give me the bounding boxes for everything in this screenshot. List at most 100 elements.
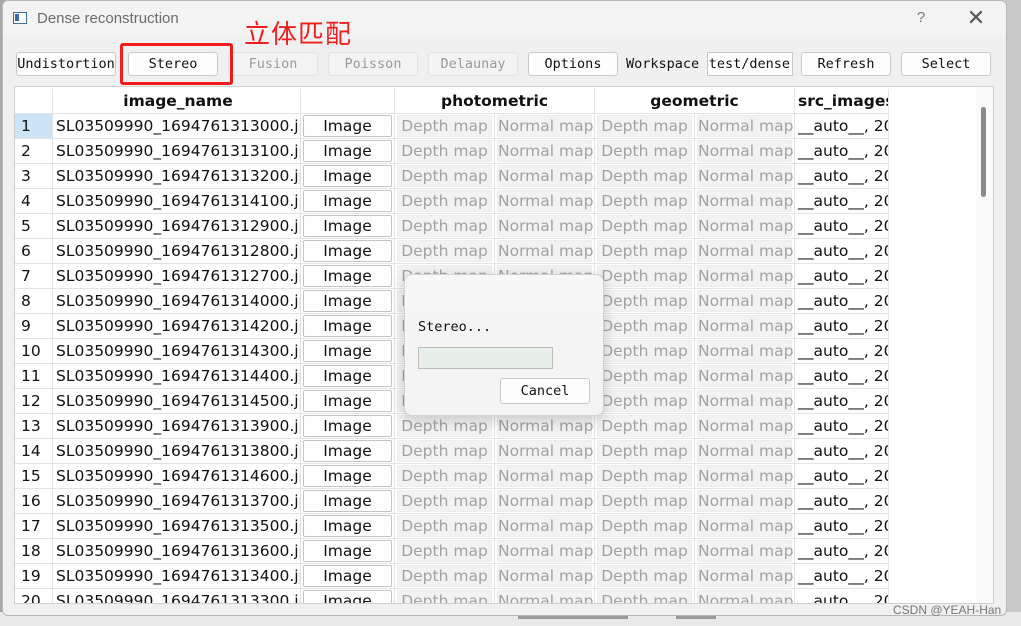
geometric-normal-map-button[interactable]: Normal map bbox=[697, 490, 793, 512]
geometric-normal-map-button[interactable]: Normal map bbox=[697, 440, 793, 462]
photometric-normal-map-button[interactable]: Normal map bbox=[497, 165, 593, 187]
geometric-depth-map-button[interactable]: Depth map bbox=[597, 515, 692, 537]
image-button[interactable]: Image bbox=[303, 515, 392, 537]
image-button[interactable]: Image bbox=[303, 590, 392, 603]
src-images-cell[interactable]: __auto__, 20 bbox=[795, 164, 889, 189]
image-button[interactable]: Image bbox=[303, 290, 392, 312]
image-name-cell[interactable]: SL03509990_1694761313300.jpg bbox=[53, 589, 301, 603]
photometric-normal-map-button[interactable]: Normal map bbox=[497, 415, 593, 437]
image-name-cell[interactable]: SL03509990_1694761313500.jpg bbox=[53, 514, 301, 539]
photometric-depth-map-button[interactable]: Depth map bbox=[397, 165, 492, 187]
image-name-cell[interactable]: SL03509990_1694761313000.jpg bbox=[53, 114, 301, 139]
image-name-cell[interactable]: SL03509990_1694761313900.jpg bbox=[53, 414, 301, 439]
image-name-cell[interactable]: SL03509990_1694761314600.jpg bbox=[53, 464, 301, 489]
table-row[interactable]: 1 SL03509990_1694761313000.jpg Image Depth … bbox=[15, 114, 889, 139]
geometric-normal-map-button[interactable]: Normal map bbox=[697, 415, 793, 437]
geometric-normal-map-button[interactable]: Normal map bbox=[697, 215, 793, 237]
src-images-cell[interactable]: __auto__, 20 bbox=[795, 489, 889, 514]
table-row[interactable]: 4 SL03509990_1694761314100.jpg Image Depth … bbox=[15, 189, 889, 214]
geometric-normal-map-button[interactable]: Normal map bbox=[697, 465, 793, 487]
photometric-normal-map-button[interactable]: Normal map bbox=[497, 190, 593, 212]
src-images-cell[interactable]: __auto__, 20 bbox=[795, 339, 889, 364]
geometric-normal-map-button[interactable]: Normal map bbox=[697, 190, 793, 212]
undistortion-button[interactable]: Undistortion bbox=[16, 52, 116, 76]
table-row[interactable]: 18 SL03509990_1694761313600.jpg Image Depth… bbox=[15, 539, 889, 564]
image-name-cell[interactable]: SL03509990_1694761314000.jpg bbox=[53, 289, 301, 314]
poisson-button[interactable]: Poisson bbox=[328, 52, 418, 76]
geometric-normal-map-button[interactable]: Normal map bbox=[697, 290, 793, 312]
src-images-cell[interactable]: __auto__, 20 bbox=[795, 464, 889, 489]
image-name-cell[interactable]: SL03509990_1694761314500.jpg bbox=[53, 389, 301, 414]
geometric-normal-map-button[interactable]: Normal map bbox=[697, 165, 793, 187]
row-number[interactable]: 18 bbox=[15, 539, 53, 564]
image-button[interactable]: Image bbox=[303, 390, 392, 412]
src-images-cell[interactable]: __auto__, 20 bbox=[795, 564, 889, 589]
photometric-depth-map-button[interactable]: Depth map bbox=[397, 240, 492, 262]
photometric-normal-map-button[interactable]: Normal map bbox=[497, 515, 593, 537]
row-number[interactable]: 1 bbox=[15, 114, 53, 139]
image-name-cell[interactable]: SL03509990_1694761313200.jpg bbox=[53, 164, 301, 189]
table-row[interactable]: 14 SL03509990_1694761313800.jpg Image Depth… bbox=[15, 439, 889, 464]
geometric-depth-map-button[interactable]: Depth map bbox=[597, 190, 692, 212]
row-number[interactable]: 12 bbox=[15, 389, 53, 414]
cancel-button[interactable]: Cancel bbox=[500, 378, 590, 404]
geometric-depth-map-button[interactable]: Depth map bbox=[597, 315, 692, 337]
src-images-cell[interactable]: __auto__, 20 bbox=[795, 539, 889, 564]
src-images-cell[interactable]: __auto__, 20 bbox=[795, 314, 889, 339]
select-button[interactable]: Select bbox=[901, 52, 991, 76]
header-image-name[interactable]: image_name bbox=[53, 89, 301, 114]
row-number[interactable]: 3 bbox=[15, 164, 53, 189]
geometric-normal-map-button[interactable]: Normal map bbox=[697, 515, 793, 537]
row-number[interactable]: 11 bbox=[15, 364, 53, 389]
photometric-depth-map-button[interactable]: Depth map bbox=[397, 540, 492, 562]
photometric-normal-map-button[interactable]: Normal map bbox=[497, 490, 593, 512]
photometric-normal-map-button[interactable]: Normal map bbox=[497, 565, 593, 587]
photometric-normal-map-button[interactable]: Normal map bbox=[497, 440, 593, 462]
geometric-depth-map-button[interactable]: Depth map bbox=[597, 565, 692, 587]
geometric-depth-map-button[interactable]: Depth map bbox=[597, 390, 692, 412]
photometric-normal-map-button[interactable]: Normal map bbox=[497, 215, 593, 237]
table-row[interactable]: 5 SL03509990_1694761312900.jpg Image Depth … bbox=[15, 214, 889, 239]
image-button[interactable]: Image bbox=[303, 240, 392, 262]
image-name-cell[interactable]: SL03509990_1694761314100.jpg bbox=[53, 189, 301, 214]
geometric-depth-map-button[interactable]: Depth map bbox=[597, 415, 692, 437]
image-name-cell[interactable]: SL03509990_1694761314300.jpg bbox=[53, 339, 301, 364]
row-number[interactable]: 9 bbox=[15, 314, 53, 339]
row-number[interactable]: 16 bbox=[15, 489, 53, 514]
src-images-cell[interactable]: __auto__, 20 bbox=[795, 239, 889, 264]
photometric-depth-map-button[interactable]: Depth map bbox=[397, 190, 492, 212]
photometric-depth-map-button[interactable]: Depth map bbox=[397, 115, 492, 137]
row-number[interactable]: 15 bbox=[15, 464, 53, 489]
src-images-cell[interactable]: __auto__, 20 bbox=[795, 289, 889, 314]
photometric-depth-map-button[interactable]: Depth map bbox=[397, 515, 492, 537]
image-button[interactable]: Image bbox=[303, 490, 392, 512]
row-number[interactable]: 13 bbox=[15, 414, 53, 439]
table-row[interactable]: 6 SL03509990_1694761312800.jpg Image Depth … bbox=[15, 239, 889, 264]
row-number[interactable]: 20 bbox=[15, 589, 53, 603]
refresh-button[interactable]: Refresh bbox=[801, 52, 891, 76]
geometric-depth-map-button[interactable]: Depth map bbox=[597, 490, 692, 512]
row-number[interactable]: 17 bbox=[15, 514, 53, 539]
image-name-cell[interactable]: SL03509990_1694761312900.jpg bbox=[53, 214, 301, 239]
help-button[interactable]: ? bbox=[911, 9, 931, 29]
header-photometric[interactable]: photometric bbox=[395, 89, 595, 114]
row-number[interactable]: 2 bbox=[15, 139, 53, 164]
scrollbar-thumb[interactable] bbox=[981, 107, 986, 197]
row-number[interactable]: 4 bbox=[15, 189, 53, 214]
photometric-depth-map-button[interactable]: Depth map bbox=[397, 140, 492, 162]
geometric-normal-map-button[interactable]: Normal map bbox=[697, 265, 793, 287]
image-name-cell[interactable]: SL03509990_1694761314400.jpg bbox=[53, 364, 301, 389]
geometric-normal-map-button[interactable]: Normal map bbox=[697, 240, 793, 262]
geometric-normal-map-button[interactable]: Normal map bbox=[697, 340, 793, 362]
table-row[interactable]: 20 SL03509990_1694761313300.jpg Image Depth… bbox=[15, 589, 889, 603]
photometric-normal-map-button[interactable]: Normal map bbox=[497, 465, 593, 487]
row-number[interactable]: 7 bbox=[15, 264, 53, 289]
src-images-cell[interactable]: __auto__, 20 bbox=[795, 439, 889, 464]
photometric-depth-map-button[interactable]: Depth map bbox=[397, 415, 492, 437]
photometric-depth-map-button[interactable]: Depth map bbox=[397, 490, 492, 512]
src-images-cell[interactable]: __auto__, 20 bbox=[795, 189, 889, 214]
image-button[interactable]: Image bbox=[303, 140, 392, 162]
geometric-depth-map-button[interactable]: Depth map bbox=[597, 115, 692, 137]
row-number[interactable]: 6 bbox=[15, 239, 53, 264]
table-row[interactable]: 17 SL03509990_1694761313500.jpg Image Depth… bbox=[15, 514, 889, 539]
